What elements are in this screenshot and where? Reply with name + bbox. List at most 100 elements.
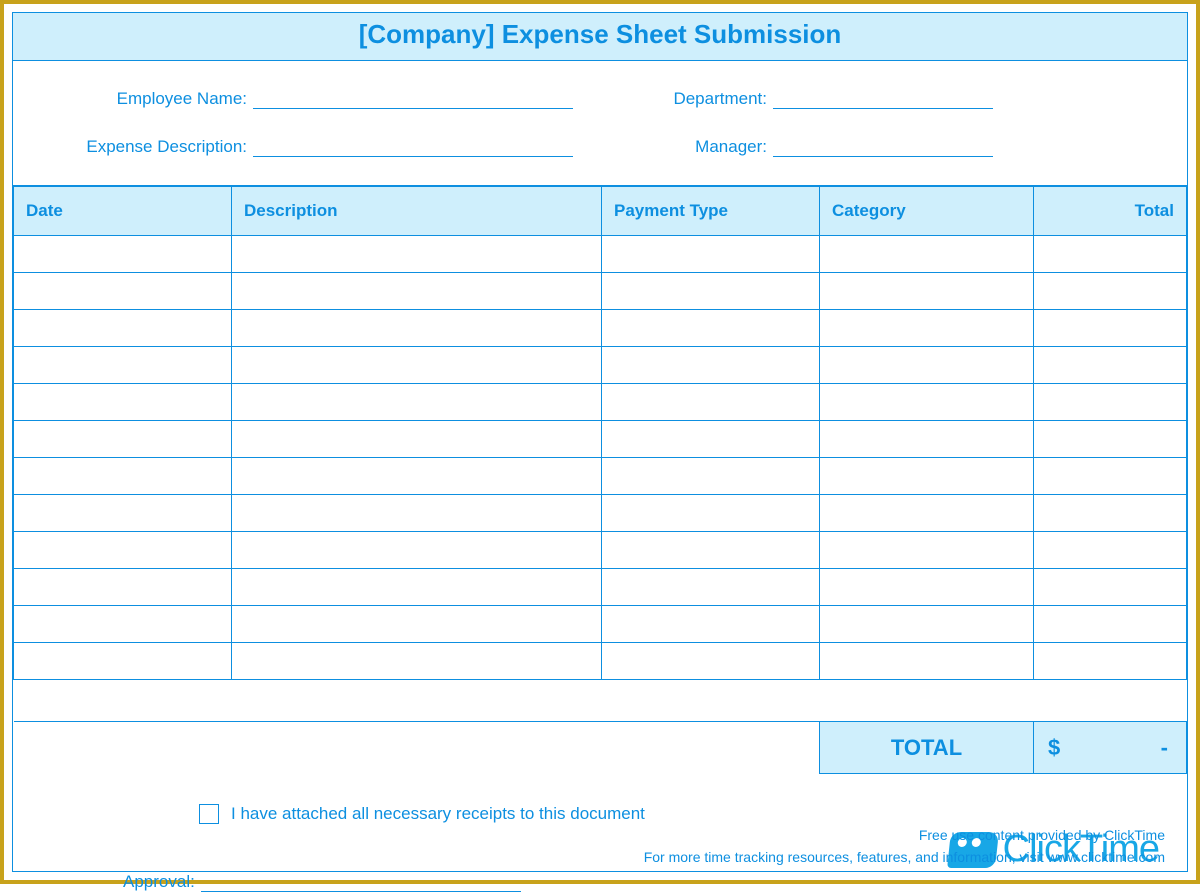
total-currency: $ — [1048, 735, 1060, 761]
cell-total[interactable] — [1034, 458, 1187, 495]
cell-total[interactable] — [1034, 569, 1187, 606]
approval-field[interactable] — [201, 872, 521, 892]
manager-field[interactable] — [773, 137, 993, 157]
cell-date[interactable] — [14, 384, 232, 421]
cell-category[interactable] — [820, 273, 1034, 310]
cell-payment_type[interactable] — [602, 569, 820, 606]
table-row — [14, 384, 1187, 421]
cell-payment_type[interactable] — [602, 532, 820, 569]
table-row — [14, 643, 1187, 680]
table-row — [14, 236, 1187, 273]
table-row — [14, 347, 1187, 384]
receipts-checkbox[interactable] — [199, 804, 219, 824]
cell-category[interactable] — [820, 569, 1034, 606]
cell-total[interactable] — [1034, 310, 1187, 347]
expense-table: Date Description Payment Type Category T… — [13, 186, 1187, 774]
cell-payment_type[interactable] — [602, 421, 820, 458]
cell-description[interactable] — [232, 606, 602, 643]
footer-line-2: For more time tracking resources, featur… — [644, 849, 1165, 865]
sheet-title: [Company] Expense Sheet Submission — [359, 19, 842, 49]
table-row — [14, 532, 1187, 569]
cell-payment_type[interactable] — [602, 458, 820, 495]
cell-description[interactable] — [232, 569, 602, 606]
cell-date[interactable] — [14, 532, 232, 569]
department-label: Department: — [613, 89, 773, 109]
cell-description[interactable] — [232, 495, 602, 532]
cell-description[interactable] — [232, 532, 602, 569]
cell-category[interactable] — [820, 310, 1034, 347]
cell-date[interactable] — [14, 495, 232, 532]
cell-category[interactable] — [820, 347, 1034, 384]
table-row — [14, 606, 1187, 643]
cell-total[interactable] — [1034, 643, 1187, 680]
cell-total[interactable] — [1034, 495, 1187, 532]
cell-payment_type[interactable] — [602, 236, 820, 273]
cell-total[interactable] — [1034, 384, 1187, 421]
cell-date[interactable] — [14, 606, 232, 643]
receipts-label: I have attached all necessary receipts t… — [231, 804, 645, 824]
expense-description-field[interactable] — [253, 137, 573, 157]
cell-description[interactable] — [232, 310, 602, 347]
cell-date[interactable] — [14, 421, 232, 458]
cell-description[interactable] — [232, 384, 602, 421]
cell-payment_type[interactable] — [602, 273, 820, 310]
cell-date[interactable] — [14, 347, 232, 384]
approval-label: Approval: — [123, 872, 201, 892]
cell-payment_type[interactable] — [602, 310, 820, 347]
col-header-date: Date — [14, 187, 232, 236]
cell-category[interactable] — [820, 421, 1034, 458]
manager-label: Manager: — [613, 137, 773, 157]
col-header-description: Description — [232, 187, 602, 236]
employee-name-field[interactable] — [253, 89, 573, 109]
cell-payment_type[interactable] — [602, 384, 820, 421]
cell-description[interactable] — [232, 643, 602, 680]
table-row — [14, 458, 1187, 495]
cell-date[interactable] — [14, 310, 232, 347]
cell-total[interactable] — [1034, 347, 1187, 384]
expense-description-label: Expense Description: — [73, 137, 253, 157]
table-row — [14, 495, 1187, 532]
cell-payment_type[interactable] — [602, 643, 820, 680]
info-section: Employee Name: Department: Expense Descr… — [13, 61, 1187, 186]
cell-description[interactable] — [232, 458, 602, 495]
cell-date[interactable] — [14, 273, 232, 310]
cell-payment_type[interactable] — [602, 347, 820, 384]
cell-total[interactable] — [1034, 236, 1187, 273]
total-value-cell: $ - — [1034, 722, 1187, 774]
cell-description[interactable] — [232, 347, 602, 384]
cell-category[interactable] — [820, 606, 1034, 643]
cell-total[interactable] — [1034, 606, 1187, 643]
cell-total[interactable] — [1034, 532, 1187, 569]
spacer-row — [14, 680, 1187, 722]
cell-date[interactable] — [14, 236, 232, 273]
expense-sheet: [Company] Expense Sheet Submission Emplo… — [12, 12, 1188, 872]
col-header-total: Total — [1034, 187, 1187, 236]
outer-frame: [Company] Expense Sheet Submission Emplo… — [0, 0, 1200, 884]
bottom-section: I have attached all necessary receipts t… — [13, 774, 1187, 871]
footer-line-1: Free use content provided by ClickTime — [919, 827, 1165, 843]
cell-description[interactable] — [232, 236, 602, 273]
cell-category[interactable] — [820, 495, 1034, 532]
receipts-row: I have attached all necessary receipts t… — [199, 804, 645, 824]
department-field[interactable] — [773, 89, 993, 109]
total-value: - — [1161, 735, 1168, 761]
cell-description[interactable] — [232, 421, 602, 458]
cell-date[interactable] — [14, 569, 232, 606]
table-row — [14, 310, 1187, 347]
col-header-payment-type: Payment Type — [602, 187, 820, 236]
cell-category[interactable] — [820, 236, 1034, 273]
cell-date[interactable] — [14, 458, 232, 495]
cell-category[interactable] — [820, 384, 1034, 421]
cell-category[interactable] — [820, 532, 1034, 569]
table-row — [14, 273, 1187, 310]
cell-category[interactable] — [820, 643, 1034, 680]
cell-date[interactable] — [14, 643, 232, 680]
cell-total[interactable] — [1034, 421, 1187, 458]
total-label: TOTAL — [820, 722, 1034, 774]
cell-total[interactable] — [1034, 273, 1187, 310]
cell-payment_type[interactable] — [602, 606, 820, 643]
total-row: TOTAL $ - — [14, 722, 1187, 774]
cell-category[interactable] — [820, 458, 1034, 495]
cell-description[interactable] — [232, 273, 602, 310]
cell-payment_type[interactable] — [602, 495, 820, 532]
